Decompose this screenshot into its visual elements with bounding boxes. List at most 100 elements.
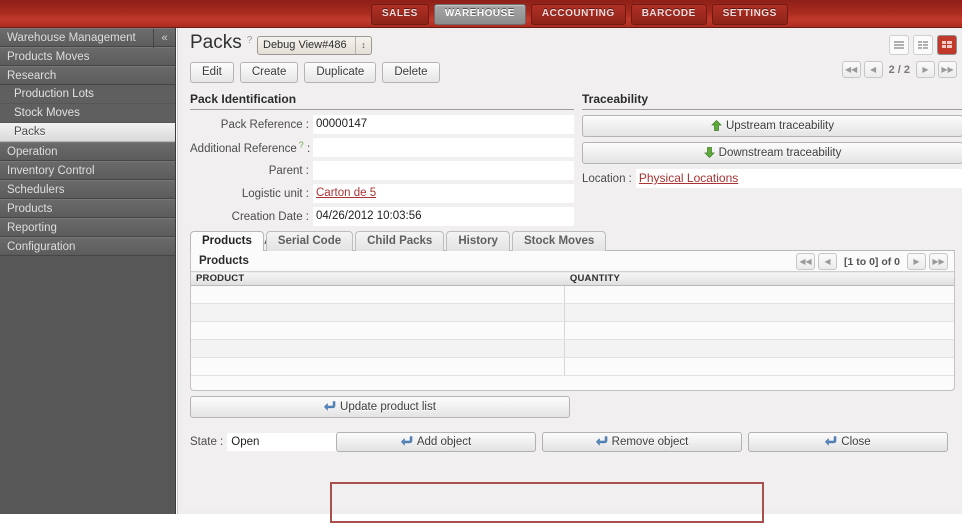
tab-child-packs[interactable]: Child Packs [355,231,444,251]
cell-quantity [565,340,954,358]
sidebar-item-configuration[interactable]: Configuration [0,237,175,256]
pager-first-button[interactable]: ◀◀ [842,61,861,78]
footer-bar: State : Open Add object Remove object Cl… [182,428,961,468]
location-link[interactable]: Physical Locations [639,171,738,185]
products-pager-next-button[interactable]: ▶ [907,253,926,270]
create-button[interactable]: Create [240,62,299,83]
field-label: Logistic unit : [190,188,313,200]
record-pager: ◀◀ ◀ 2 / 2 ▶ ▶▶ [842,61,957,78]
sidebar-header: Warehouse Management « [0,28,175,47]
column-header-quantity[interactable]: QUANTITY [565,272,954,286]
sidebar-item-products-moves[interactable]: Products Moves [0,47,175,66]
logistic-unit-link[interactable]: Carton de 5 [316,187,376,199]
tab-serial-code[interactable]: Serial Code [266,231,353,251]
column-header-product[interactable]: PRODUCT [191,272,565,286]
return-arrow-icon [825,436,837,446]
field-label-text: Pack Reference [221,119,303,131]
tab-history[interactable]: History [446,231,510,251]
sidebar-item-research[interactable]: Research [0,66,175,85]
help-icon[interactable]: ? [247,35,253,46]
parent-value[interactable] [313,161,574,180]
close-button[interactable]: Close [748,432,948,452]
sidebar-item-reporting[interactable]: Reporting [0,218,175,237]
toolbar-row: Edit Create Duplicate Delete ◀◀ ◀ 2 / 2 … [182,60,961,87]
page-header-row: Packs? Debug View#486 ↕ [182,30,961,60]
tab-products[interactable]: Products [190,231,264,251]
field-location: Location : Physical Locations [582,169,962,188]
table-header-row: PRODUCT QUANTITY [191,272,954,286]
sidebar-item-inventory-control[interactable]: Inventory Control [0,161,175,180]
upstream-traceability-button[interactable]: Upstream traceability [582,115,962,137]
cell-quantity [565,286,954,304]
form-view-icon[interactable] [937,35,957,55]
location-value[interactable]: Physical Locations [636,169,962,188]
topnav-item-settings[interactable]: SETTINGS [712,4,788,25]
sidebar-item-packs[interactable]: Packs [0,123,175,142]
cell-product [191,286,565,304]
cell-quantity [565,304,954,322]
table-row[interactable] [191,358,954,376]
downstream-traceability-label: Downstream traceability [719,147,842,159]
table-row[interactable] [191,286,954,304]
remove-object-label: Remove object [612,436,689,448]
field-creation-date: Creation Date : 04/26/2012 10:03:56 [190,207,574,226]
sidebar-item-production-lots[interactable]: Production Lots [0,85,175,104]
field-help-icon[interactable]: ? [299,140,304,150]
products-panel: Products ◀◀ ◀ [1 to 0] of 0 ▶ ▶▶ PRODUCT… [190,251,955,391]
products-pager-last-button[interactable]: ▶▶ [929,253,948,270]
products-table: PRODUCT QUANTITY [191,271,954,376]
field-label-text: Parent [269,165,303,177]
add-object-button[interactable]: Add object [336,432,536,452]
sidebar-item-products[interactable]: Products [0,199,175,218]
sidebar-item-schedulers[interactable]: Schedulers [0,180,175,199]
additional-reference-value[interactable] [313,138,574,157]
sidebar-collapse-icon[interactable]: « [153,29,175,48]
debug-view-select[interactable]: Debug View#486 ↕ [257,36,372,55]
add-object-label: Add object [417,436,471,448]
update-product-list-button[interactable]: Update product list [190,396,570,418]
table-view-icon[interactable] [913,35,933,55]
table-row[interactable] [191,304,954,322]
sidebar-item-operation[interactable]: Operation [0,142,175,161]
topnav-item-sales[interactable]: SALES [371,4,429,25]
table-row[interactable] [191,340,954,358]
chevron-updown-icon: ↕ [355,37,371,54]
pack-reference-value[interactable]: 00000147 [313,115,574,134]
pager-last-button[interactable]: ▶▶ [938,61,957,78]
top-header-bar: SALES WAREHOUSE ACCOUNTING BARCODE SETTI… [0,0,962,28]
field-parent: Parent : [190,161,574,180]
products-pager-prev-button[interactable]: ◀ [818,253,837,270]
field-label-text: Creation Date [232,211,303,223]
duplicate-button[interactable]: Duplicate [304,62,376,83]
return-arrow-icon [324,401,336,411]
pager-next-button[interactable]: ▶ [916,61,935,78]
pager-count: 2 / 2 [886,64,913,76]
topnav-item-accounting[interactable]: ACCOUNTING [531,4,626,25]
topnav-item-barcode[interactable]: BARCODE [631,4,707,25]
update-product-list-label: Update product list [340,401,436,413]
cell-product [191,340,565,358]
list-view-icon[interactable] [889,35,909,55]
creation-date-value[interactable]: 04/26/2012 10:03:56 [313,207,574,226]
topnav-item-warehouse[interactable]: WAREHOUSE [434,4,526,25]
table-row[interactable] [191,322,954,340]
cell-product [191,304,565,322]
remove-object-button[interactable]: Remove object [542,432,742,452]
tab-stock-moves[interactable]: Stock Moves [512,231,606,251]
main-content-area: Packs? Debug View#486 ↕ Edit Create Dupl… [177,28,962,514]
form-sheet: Packs? Debug View#486 ↕ Edit Create Dupl… [182,30,961,510]
arrow-down-green-icon [704,147,715,158]
delete-button[interactable]: Delete [382,62,439,83]
sidebar-item-stock-moves[interactable]: Stock Moves [0,104,175,123]
arrow-up-green-icon [711,120,722,131]
products-pager-first-button[interactable]: ◀◀ [796,253,815,270]
return-arrow-icon [596,436,608,446]
products-pager-count: [1 to 0] of 0 [840,256,904,268]
upstream-traceability-label: Upstream traceability [726,120,834,132]
traceability-title: Traceability [582,92,962,110]
edit-button[interactable]: Edit [190,62,234,83]
downstream-traceability-button[interactable]: Downstream traceability [582,142,962,164]
logistic-unit-value[interactable]: Carton de 5 [313,184,574,203]
pager-prev-button[interactable]: ◀ [864,61,883,78]
debug-view-label: Debug View#486 [263,39,347,51]
